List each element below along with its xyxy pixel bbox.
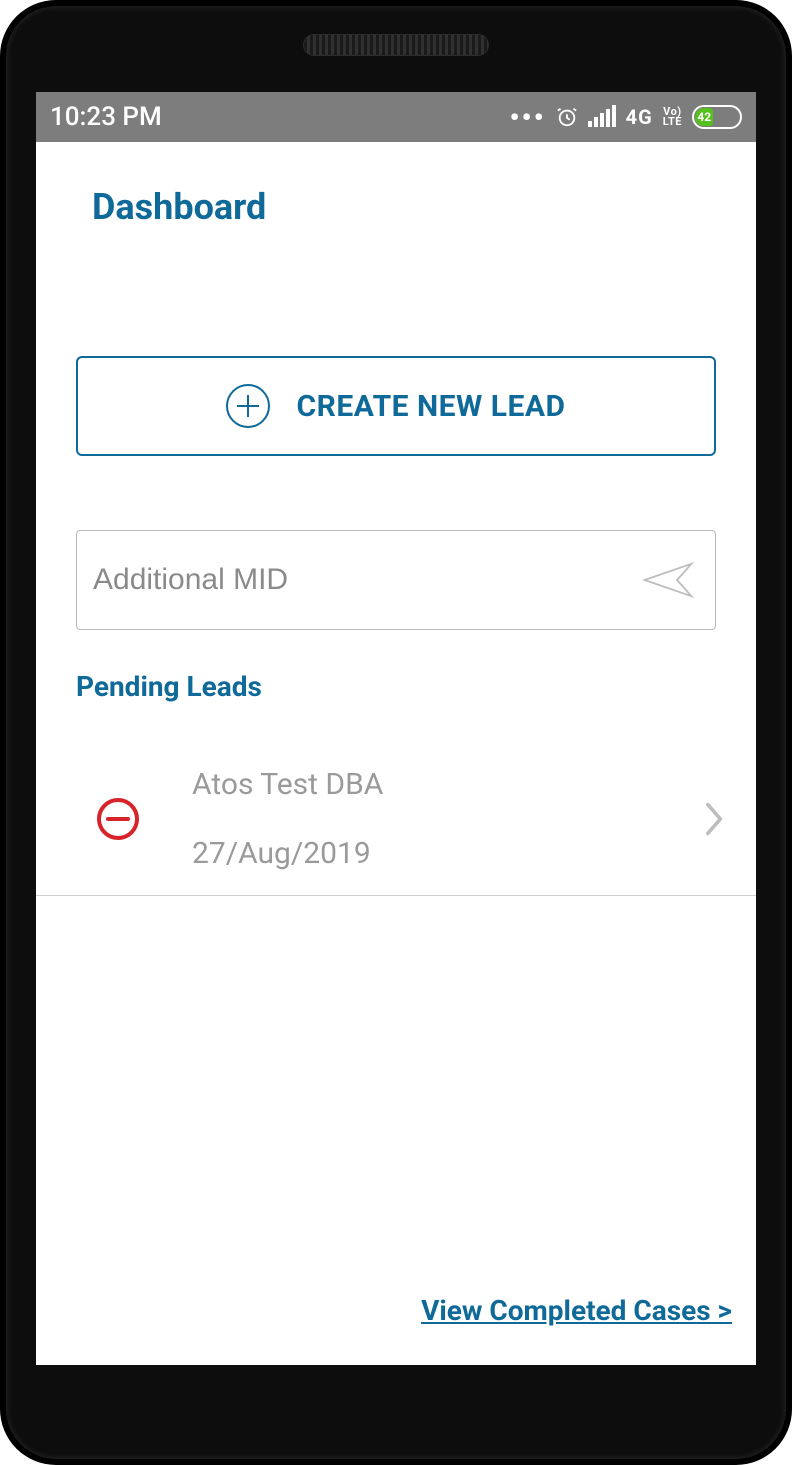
create-new-lead-label: CREATE NEW LEAD — [296, 389, 565, 424]
signal-icon — [588, 107, 616, 127]
app-screen: 10:23 PM ••• 4G Vo) LTE 42 — [36, 92, 756, 1365]
app-content: Dashboard CREATE NEW LEAD Pending Leads … — [36, 142, 756, 1365]
status-bar: 10:23 PM ••• 4G Vo) LTE 42 — [36, 92, 756, 142]
volte-icon: Vo) LTE — [663, 107, 682, 127]
speaker-grill — [303, 34, 489, 56]
lead-date: 27/Aug/2019 — [192, 836, 652, 871]
view-completed-cases-link[interactable]: View Completed Cases > — [421, 1294, 732, 1327]
additional-mid-input[interactable] — [93, 563, 641, 597]
additional-mid-field[interactable] — [76, 530, 716, 630]
battery-icon: 42 — [692, 105, 742, 129]
create-new-lead-button[interactable]: CREATE NEW LEAD — [76, 356, 716, 456]
more-icon: ••• — [509, 101, 545, 134]
pending-lead-row[interactable]: Atos Test DBA 27/Aug/2019 — [36, 747, 756, 896]
pending-leads-heading: Pending Leads — [76, 670, 756, 703]
device-frame: 10:23 PM ••• 4G Vo) LTE 42 — [0, 0, 792, 1465]
minus-circle-icon[interactable] — [96, 797, 140, 841]
plus-circle-icon — [226, 384, 270, 428]
alarm-icon — [556, 106, 578, 128]
page-title: Dashboard — [36, 142, 756, 228]
send-icon[interactable] — [641, 558, 695, 602]
battery-level: 42 — [695, 108, 713, 126]
status-time: 10:23 PM — [50, 102, 162, 132]
lead-text: Atos Test DBA 27/Aug/2019 — [192, 767, 652, 871]
network-type: 4G — [626, 105, 653, 129]
chevron-right-icon — [704, 801, 726, 837]
lead-name: Atos Test DBA — [192, 767, 652, 802]
